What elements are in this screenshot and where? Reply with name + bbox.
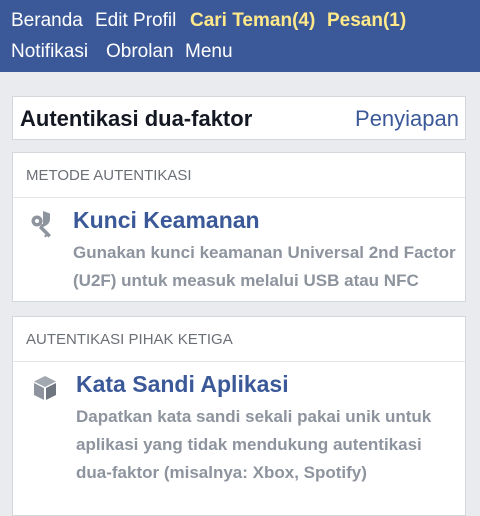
security-key-icon: [29, 209, 57, 243]
section-heading-auth-methods: METODE AUTENTIKASI: [13, 153, 465, 198]
nav-link-notifikasi[interactable]: Notifikasi: [11, 34, 88, 70]
auth-methods-section: METODE AUTENTIKASI Kunci Keamanan Gunaka…: [12, 152, 466, 302]
top-nav-bar: Beranda Edit Profil Cari Teman(4) Pesan(…: [0, 0, 480, 72]
security-key-description: Gunakan kunci keamanan Universal 2nd Fac…: [73, 243, 456, 290]
nav-link-menu[interactable]: Menu: [185, 34, 233, 70]
app-password-description: Dapatkan kata sandi sekali pakai unik un…: [76, 407, 432, 482]
app-box-icon: [31, 373, 59, 407]
setup-link[interactable]: Penyiapan: [355, 97, 459, 141]
third-party-auth-section: AUTENTIKASI PIHAK KETIGA Kata Sandi Apli…: [12, 316, 466, 516]
nav-link-obrolan[interactable]: Obrolan: [106, 34, 174, 70]
nav-row-2: Notifikasi Obrolan Menu: [0, 34, 480, 70]
page-header: Autentikasi dua-faktor Penyiapan: [12, 96, 466, 140]
security-key-title[interactable]: Kunci Keamanan: [73, 207, 260, 234]
section-heading-third-party: AUTENTIKASI PIHAK KETIGA: [13, 317, 465, 362]
page-title: Autentikasi dua-faktor: [20, 106, 253, 131]
app-password-title[interactable]: Kata Sandi Aplikasi: [76, 371, 289, 398]
